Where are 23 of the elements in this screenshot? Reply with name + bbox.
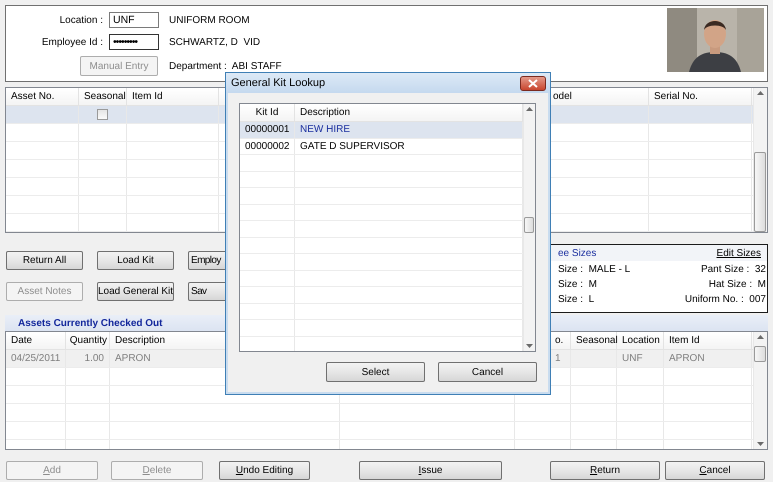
employee-name: SCHWARTZ, D VID [168,36,262,48]
table-cell-text: GATE D SUPERVISOR [299,140,406,152]
size-field: Size : MALE - L [558,264,676,275]
size-field: Size : L [558,294,676,305]
panel-title: ee Sizes [558,248,596,258]
table-cell-text: APRON [114,353,152,364]
field-label: Employee Id : [40,36,103,48]
dialog-title: General Kit Lookup [231,77,326,89]
table-cell-text: 1 [554,353,562,364]
department-text: Department : ABI STAFF [168,60,282,72]
field-label: Location : [58,14,103,26]
table-cell-text: UNF [621,353,644,364]
location-name: UNIFORM ROOM [168,14,251,26]
size-field: Size : M [558,279,676,290]
table-cell-text: 00000002 [244,140,290,152]
table-cell-text: 1.00 [84,353,105,364]
table-cell-text: APRON [668,353,706,364]
size-field: Pant Size : 32 [676,264,766,275]
size-field: Hat Size : M [676,279,766,290]
size-field: Uniform No. : 007 [676,294,766,305]
table-cell-text: NEW HIRE [299,124,351,136]
table-cell-text: 04/25/2011 [10,353,62,364]
table-cell-text: 00000001 [244,124,290,136]
